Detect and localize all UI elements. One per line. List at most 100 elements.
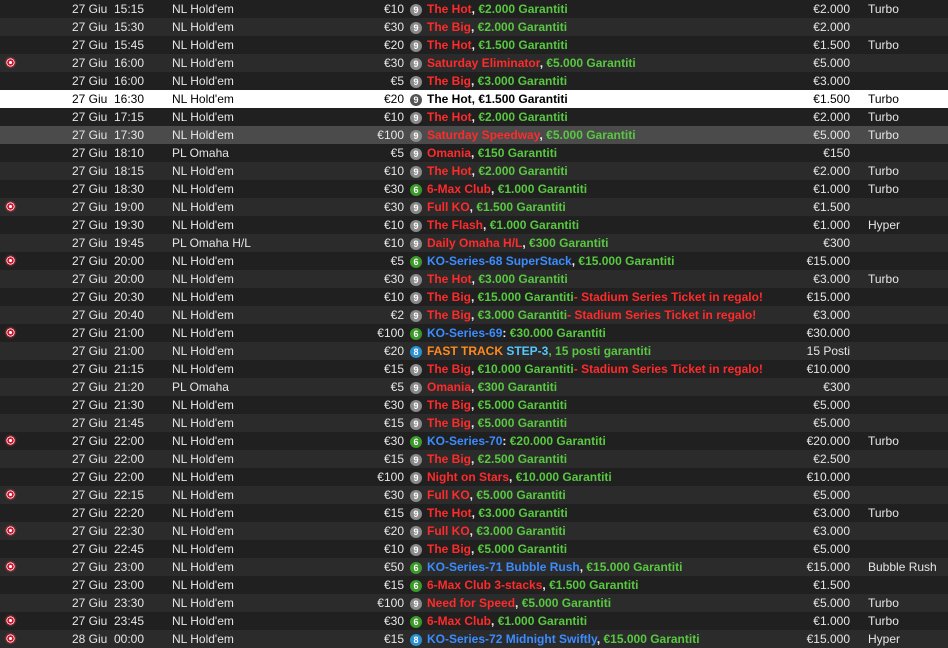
tournament-name-segment: €3.000 Garantiti [477,308,568,322]
tournament-name[interactable]: KO-Series-69: €30.000 Garantiti [427,324,807,342]
tournament-row[interactable]: 27 Giu 23:30 NL Hold'em €100 9 Need for Spee… [0,594,948,612]
ko-cell [6,558,22,576]
tournament-row[interactable]: 27 Giu 19:30 NL Hold'em €10 9 The Flash, €1.… [0,216,948,234]
table-size-cell: 9 [410,378,426,396]
tournament-row[interactable]: 27 Giu 23:00 NL Hold'em €50 6 KO-Series-71 B… [0,558,948,576]
tournament-row[interactable]: 27 Giu 16:00 NL Hold'em €30 9 Saturday Elimi… [0,54,948,72]
tournament-name-segment: Omania [427,146,472,160]
start-time: 23:00 [113,560,144,574]
tournament-row[interactable]: 27 Giu 22:00 NL Hold'em €15 9 The Big, €2.50… [0,450,948,468]
tournament-row[interactable]: 27 Giu 20:40 NL Hold'em €2 9 The Big, €3.000… [0,306,948,324]
tournament-row[interactable]: 27 Giu 16:30 NL Hold'em €20 9 The Hot, €1.50… [0,90,948,108]
tournament-row[interactable]: 27 Giu 22:00 NL Hold'em €30 6 KO-Series-70: … [0,432,948,450]
prize-pool: €15.000 [806,560,850,574]
buy-in: €5 [390,146,404,160]
game-type: PL Omaha [172,380,229,394]
tournament-row[interactable]: 27 Giu 21:20 PL Omaha €5 9 Omania, €300 Gara… [0,378,948,396]
tournament-name[interactable]: The Big, €15.000 Garantiti- Stadium Seri… [427,288,807,306]
speed-label: Hyper [868,218,901,232]
tournament-row[interactable]: 27 Giu 19:00 NL Hold'em €30 9 Full KO, €1.50… [0,198,948,216]
tournament-row[interactable]: 27 Giu 20:00 NL Hold'em €5 6 KO-Series-68 Su… [0,252,948,270]
table-size-cell: 9 [410,216,426,234]
tournament-name-segment: KO-Series-68 SuperStack [427,254,572,268]
tournament-name[interactable]: The Hot, €2.000 Garantiti [427,162,807,180]
tournament-name[interactable]: The Hot, €2.000 Garantiti [427,108,807,126]
table-size-cell: 9 [410,486,426,504]
tournament-name[interactable]: Need for Speed, €5.000 Garantiti [427,594,807,612]
tournament-name[interactable]: Night on Stars, €10.000 Garantiti [427,468,807,486]
tournament-row[interactable]: 27 Giu 15:30 NL Hold'em €30 9 The Big, €2.00… [0,18,948,36]
table-size-cell: 9 [410,468,426,486]
tournament-row[interactable]: 27 Giu 15:45 NL Hold'em €20 9 The Hot, €1.50… [0,36,948,54]
tournament-row[interactable]: 27 Giu 22:30 NL Hold'em €20 9 Full KO, €3.00… [0,522,948,540]
tournament-name[interactable]: The Big, €10.000 Garantiti- Stadium Seri… [427,360,807,378]
tournament-row[interactable]: 27 Giu 23:45 NL Hold'em €30 6 6-Max Club, €1… [0,612,948,630]
tournament-name[interactable]: Saturday Speedway, €5.000 Garantiti [427,126,807,144]
prize-pool: €5.000 [813,542,850,556]
start-date: 27 Giu [71,38,108,52]
tournament-name[interactable]: The Big, €3.000 Garantiti- Stadium Serie… [427,306,807,324]
tournament-name[interactable]: The Hot, €1.500 Garantiti [427,90,807,108]
start-date: 27 Giu [71,542,108,556]
tournament-name[interactable]: The Big, €5.000 Garantiti [427,396,807,414]
tournament-row[interactable]: 27 Giu 21:15 NL Hold'em €15 9 The Big, €10.0… [0,360,948,378]
start-datetime: 27 Giu 18:15 [60,162,144,180]
tournament-row[interactable]: 27 Giu 18:10 PL Omaha €5 9 Omania, €150 Gara… [0,144,948,162]
tournament-name[interactable]: The Big, €3.000 Garantiti [427,72,807,90]
knockout-target-icon [6,616,15,625]
tournament-name[interactable]: KO-Series-72 Midnight Swiftly, €15.000 G… [427,630,807,648]
start-datetime: 27 Giu 21:00 [60,324,144,342]
tournament-row[interactable]: 27 Giu 21:00 NL Hold'em €20 8 FAST TRACK STE… [0,342,948,360]
tournament-name[interactable]: Omania, €300 Garantiti [427,378,807,396]
tournament-row[interactable]: 27 Giu 19:45 PL Omaha H/L €10 9 Daily Omaha … [0,234,948,252]
tournament-name[interactable]: KO-Series-70: €20.000 Garantiti [427,432,807,450]
tournament-name[interactable]: The Big, €5.000 Garantiti [427,540,807,558]
tournament-name-segment: €2.000 Garantiti [477,20,568,34]
tournament-name[interactable]: The Big, €2.000 Garantiti [427,18,807,36]
tournament-row[interactable]: 27 Giu 15:15 NL Hold'em €10 9 The Hot, €2.00… [0,0,948,18]
tournament-row[interactable]: 28 Giu 00:00 NL Hold'em €15 8 KO-Series-72 M… [0,630,948,648]
tournament-name[interactable]: The Hot, €2.000 Garantiti [427,0,807,18]
tournament-row[interactable]: 27 Giu 22:20 NL Hold'em €15 9 The Hot, €3.00… [0,504,948,522]
tournament-row[interactable]: 27 Giu 20:00 NL Hold'em €30 9 The Hot, €3.00… [0,270,948,288]
start-time: 21:00 [113,326,144,340]
tournament-row[interactable]: 27 Giu 21:45 NL Hold'em €15 9 The Big, €5.00… [0,414,948,432]
tournament-name-segment: : [502,434,510,448]
tournament-row[interactable]: 27 Giu 20:30 NL Hold'em €10 9 The Big, €15.0… [0,288,948,306]
tournament-name[interactable]: Saturday Eliminator, €5.000 Garantiti [427,54,807,72]
tournament-row[interactable]: 27 Giu 21:00 NL Hold'em €100 6 KO-Series-69:… [0,324,948,342]
tournament-row[interactable]: 27 Giu 22:15 NL Hold'em €30 9 Full KO, €5.00… [0,486,948,504]
tournament-name[interactable]: Omania, €150 Garantiti [427,144,807,162]
tournament-row[interactable]: 27 Giu 18:15 NL Hold'em €10 9 The Hot, €2.00… [0,162,948,180]
tournament-row[interactable]: 27 Giu 18:30 NL Hold'em €30 6 6-Max Club, €1… [0,180,948,198]
tournament-name[interactable]: Daily Omaha H/L, €300 Garantiti [427,234,807,252]
tournament-name[interactable]: 6-Max Club, €1.000 Garantiti [427,612,807,630]
tournament-name[interactable]: The Big, €2.500 Garantiti [427,450,807,468]
tournament-name[interactable]: KO-Series-71 Bubble Rush, €15.000 Garant… [427,558,807,576]
tournament-name[interactable]: The Flash, €1.000 Garantiti [427,216,807,234]
tournament-row[interactable]: 27 Giu 22:00 NL Hold'em €100 9 Night on Star… [0,468,948,486]
tournament-name[interactable]: The Hot, €3.000 Garantiti [427,504,807,522]
tournament-row[interactable]: 27 Giu 16:00 NL Hold'em €5 9 The Big, €3.000… [0,72,948,90]
start-datetime: 27 Giu 15:30 [60,18,144,36]
tournament-row[interactable]: 27 Giu 22:45 NL Hold'em €10 9 The Big, €5.00… [0,540,948,558]
tournament-row[interactable]: 27 Giu 17:15 NL Hold'em €10 9 The Hot, €2.00… [0,108,948,126]
tournament-name[interactable]: 6-Max Club 3-stacks, €1.500 Garantiti [427,576,807,594]
tournament-name[interactable]: Full KO, €5.000 Garantiti [427,486,807,504]
tournament-name[interactable]: The Hot, €3.000 Garantiti [427,270,807,288]
start-time: 18:30 [113,182,144,196]
tournament-name[interactable]: The Hot, €1.500 Garantiti [427,36,807,54]
start-datetime: 27 Giu 20:00 [60,270,144,288]
tournament-row[interactable]: 27 Giu 21:30 NL Hold'em €30 9 The Big, €5.00… [0,396,948,414]
tournament-name[interactable]: Full KO, €1.500 Garantiti [427,198,807,216]
tournament-name[interactable]: 6-Max Club, €1.000 Garantiti [427,180,807,198]
tournament-name[interactable]: KO-Series-68 SuperStack, €15.000 Garanti… [427,252,807,270]
start-datetime: 27 Giu 22:20 [60,504,144,522]
tournament-name[interactable]: The Big, €5.000 Garantiti [427,414,807,432]
tournament-row[interactable]: 27 Giu 23:00 NL Hold'em €15 6 6-Max Club 3-s… [0,576,948,594]
tournament-row[interactable]: 27 Giu 17:30 NL Hold'em €100 9 Saturday Spee… [0,126,948,144]
tournament-name-segment: €1.000 Garantiti [497,614,588,628]
speed-label: Turbo [868,614,899,628]
tournament-name[interactable]: FAST TRACK STEP-3, 15 posti garantiti [427,342,807,360]
tournament-name[interactable]: Full KO, €3.000 Garantiti [427,522,807,540]
